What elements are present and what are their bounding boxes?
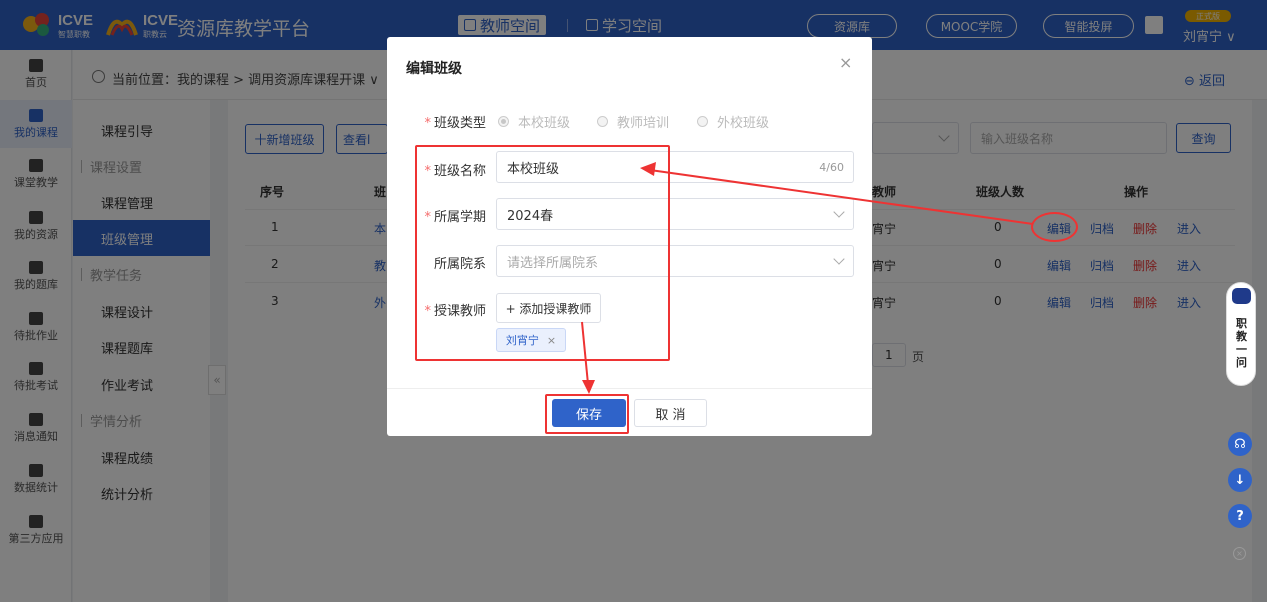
radio-teacher-training[interactable]: 教师培训 xyxy=(597,112,669,131)
close-icon[interactable]: × xyxy=(1233,547,1246,560)
radio-external-school-label: 外校班级 xyxy=(717,116,770,131)
download-icon[interactable]: ↓ xyxy=(1228,468,1252,492)
dialog-title: 编辑班级 xyxy=(406,61,462,77)
assistant-label: 职教一问 xyxy=(1236,317,1247,369)
divider xyxy=(387,388,872,389)
radio-unchecked-icon xyxy=(597,116,608,127)
char-count: 4/60 xyxy=(819,160,844,174)
cancel-button[interactable]: 取 消 xyxy=(634,399,707,427)
headset-icon[interactable]: ☊ xyxy=(1228,432,1252,456)
class-type-label: * 班级类型 xyxy=(424,116,486,131)
radio-external-school[interactable]: 外校班级 xyxy=(697,112,769,131)
chevron-down-icon xyxy=(833,253,845,265)
chevron-down-icon xyxy=(833,206,845,218)
annotation-circle-edit xyxy=(1031,212,1078,242)
radio-teacher-training-label: 教师培训 xyxy=(617,116,670,131)
help-icon[interactable]: ? xyxy=(1228,504,1252,528)
robot-icon xyxy=(1232,288,1251,304)
class-type-label-text: 班级类型 xyxy=(433,116,486,131)
radio-own-school-label: 本校班级 xyxy=(518,116,571,131)
radio-checked-icon xyxy=(498,116,509,127)
annotation-box-form xyxy=(415,145,670,361)
close-icon[interactable]: × xyxy=(839,53,852,72)
ai-assistant-widget[interactable]: 职教一问 xyxy=(1226,282,1256,386)
annotation-box-save xyxy=(545,394,629,434)
radio-own-school[interactable]: 本校班级 xyxy=(498,112,570,131)
radio-unchecked-icon xyxy=(697,116,708,127)
